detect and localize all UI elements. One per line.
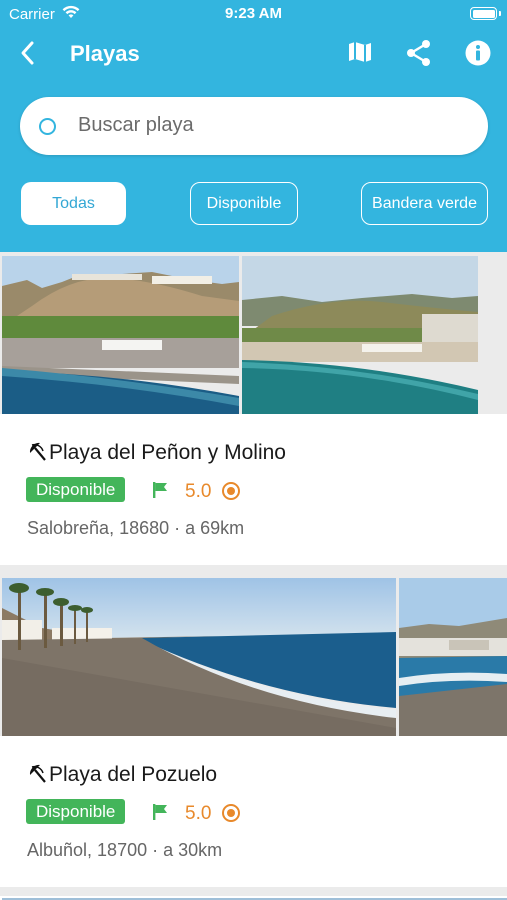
beach-photo [242,256,478,414]
beach-photo [2,256,239,414]
back-chevron-icon[interactable] [16,39,42,67]
beach-card[interactable] [0,896,507,900]
status-time: 9:23 AM [225,5,282,22]
rating-circle-icon [222,804,240,822]
beach-photo [2,578,396,736]
beach-name: Playa del Peñon y Molino [27,441,286,467]
search-input[interactable]: Buscar playa [78,114,194,137]
search-bar[interactable]: Buscar playa [20,97,488,155]
filter-chip-todas[interactable]: Todas [21,182,126,225]
nav-bar: Playas [0,30,507,76]
beach-card[interactable]: Playa del Peñon y Molino Disponible 5.0 … [0,252,507,565]
share-icon[interactable] [405,39,433,72]
flag-icon [152,803,170,826]
beach-photo [481,256,507,414]
rating-circle-icon [222,482,240,500]
beach-card[interactable]: Playa del Pozuelo Disponible 5.0 Albuñol… [0,574,507,887]
status-badge: Disponible [26,799,126,824]
photo-carousel[interactable] [0,252,507,414]
battery-tip [499,11,501,16]
flag-icon [152,481,170,504]
info-icon[interactable] [464,39,492,72]
beach-location: Salobreña, 18680 · a 69km [27,518,245,538]
filter-chip-disponible[interactable]: Disponible [190,182,298,225]
page-title: Playas [70,41,140,66]
rating-value: 5.0 [185,803,212,824]
battery-icon [470,7,497,20]
rating-value: 5.0 [185,481,212,502]
app-header: Carrier 9:23 AM Playas Buscar playa Toda… [0,0,507,252]
umbrella-icon [27,763,47,789]
umbrella-icon [27,441,47,467]
beach-location: Albuñol, 18700 · a 30km [27,840,223,860]
status-badge: Disponible [26,477,126,502]
photo-carousel[interactable] [0,574,507,736]
beach-name-text: Playa del Peñon y Molino [49,441,286,464]
search-icon [39,118,56,135]
map-icon[interactable] [347,40,373,69]
status-bar: Carrier 9:23 AM [0,0,507,28]
beach-name-text: Playa del Pozuelo [49,763,218,786]
filter-chip-bandera-verde[interactable]: Bandera verde [361,182,488,225]
beach-photo [399,578,507,736]
beach-name: Playa del Pozuelo [27,763,217,789]
